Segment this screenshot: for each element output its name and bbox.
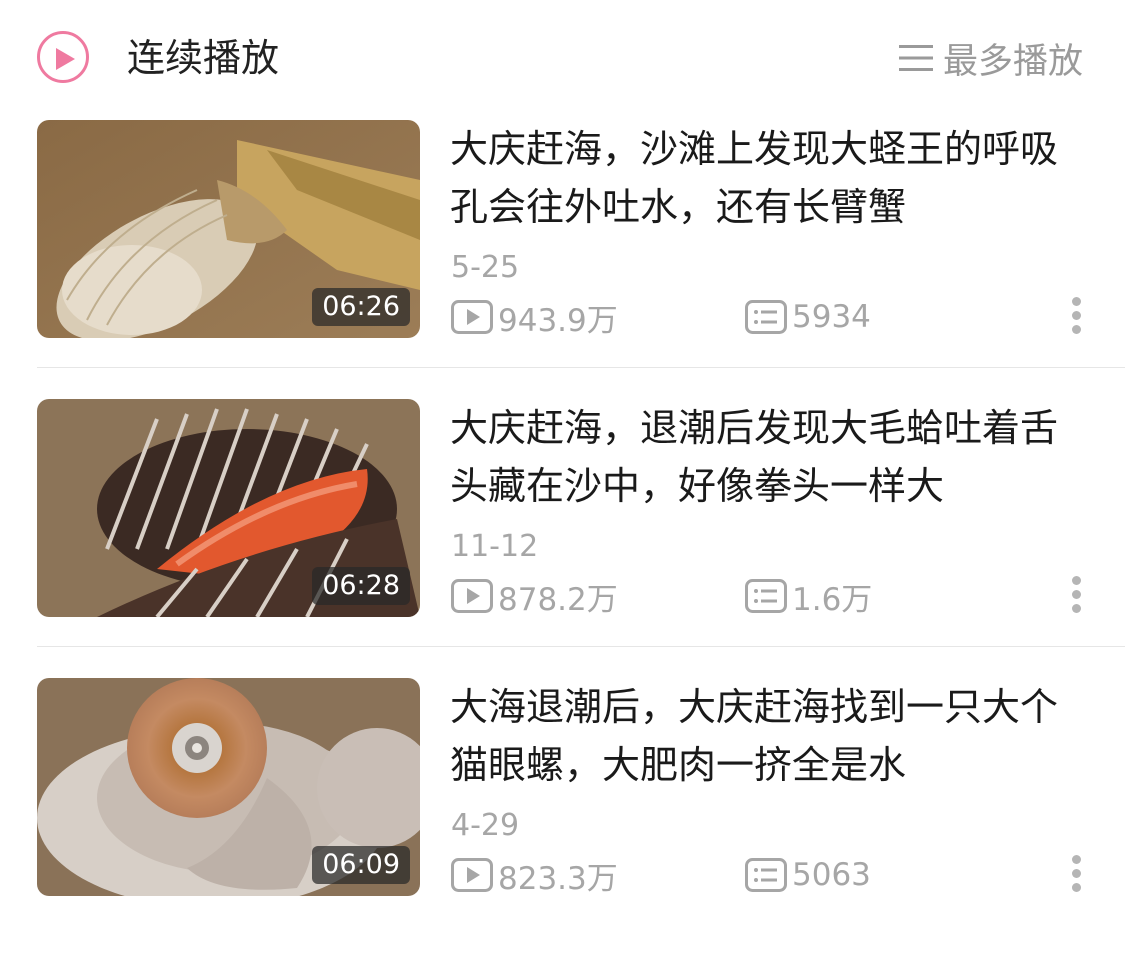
video-title[interactable]: 大庆赶海，退潮后发现大毛蛤吐着舌头藏在沙中，好像拳头一样大 [450, 399, 1090, 515]
list-header: 连续播放 最多播放 [0, 0, 1125, 120]
comment-count-value: 1.6万 [792, 581, 873, 618]
continuous-play-label: 连续播放 [127, 36, 280, 80]
more-options-button[interactable] [1062, 292, 1090, 342]
view-count: 878.2万 [451, 576, 618, 618]
comment-count: 5063 [745, 855, 871, 895]
view-count-value: 943.9万 [498, 302, 618, 339]
view-count-value: 823.3万 [498, 860, 618, 897]
video-list-item[interactable]: 06:26 大庆赶海，沙滩上发现大蛏王的呼吸孔会往外吐水，还有长臂蟹 5-25 … [0, 120, 1125, 399]
video-title[interactable]: 大海退潮后，大庆赶海找到一只大个猫眼螺，大肥肉一挤全是水 [450, 678, 1090, 794]
video-thumbnail[interactable]: 06:09 [37, 678, 420, 896]
video-title[interactable]: 大庆赶海，沙滩上发现大蛏王的呼吸孔会往外吐水，还有长臂蟹 [450, 120, 1090, 236]
video-list-item[interactable]: 06:09 大海退潮后，大庆赶海找到一只大个猫眼螺，大肥肉一挤全是水 4-29 … [0, 678, 1125, 957]
divider [37, 646, 1125, 647]
play-count-icon [451, 579, 493, 613]
danmaku-icon [745, 300, 787, 334]
video-date: 4-29 [451, 808, 520, 843]
video-duration: 06:09 [312, 846, 410, 884]
danmaku-icon [745, 858, 787, 892]
view-count-value: 878.2万 [498, 581, 618, 618]
video-date: 5-25 [451, 250, 520, 285]
sort-most-played-button[interactable]: 最多播放 [898, 30, 1083, 86]
sort-label: 最多播放 [942, 41, 1083, 82]
comment-count: 1.6万 [745, 576, 873, 618]
view-count: 943.9万 [451, 297, 618, 339]
more-options-button[interactable] [1062, 850, 1090, 900]
play-icon [56, 48, 75, 70]
video-thumbnail[interactable]: 06:26 [37, 120, 420, 338]
divider [37, 367, 1125, 368]
video-date: 11-12 [451, 529, 539, 564]
video-duration: 06:26 [312, 288, 410, 326]
play-count-icon [451, 300, 493, 334]
continuous-play-button[interactable] [37, 31, 89, 83]
comment-count-value: 5063 [792, 857, 871, 893]
video-duration: 06:28 [312, 567, 410, 605]
danmaku-icon [745, 579, 787, 613]
comment-count: 5934 [745, 297, 871, 337]
play-count-icon [451, 858, 493, 892]
video-thumbnail[interactable]: 06:28 [37, 399, 420, 617]
view-count: 823.3万 [451, 855, 618, 897]
video-list-item[interactable]: 06:28 大庆赶海，退潮后发现大毛蛤吐着舌头藏在沙中，好像拳头一样大 11-1… [0, 399, 1125, 678]
menu-lines-icon [898, 45, 933, 71]
comment-count-value: 5934 [792, 299, 871, 335]
more-options-button[interactable] [1062, 571, 1090, 621]
